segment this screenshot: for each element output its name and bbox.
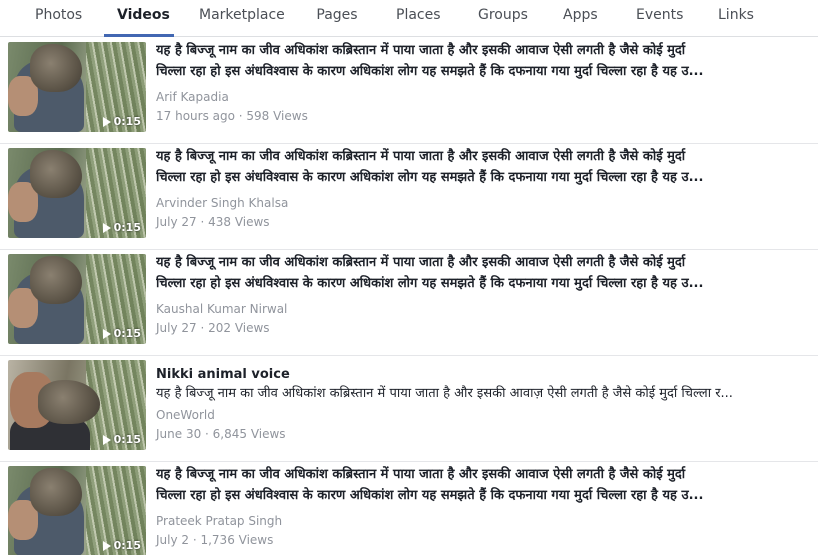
- play-icon: [102, 434, 111, 445]
- tab-photos[interactable]: Photos: [35, 7, 82, 37]
- video-result-row[interactable]: 0:15 Nikki animal voice यह है बिज्जू नाम…: [0, 356, 818, 462]
- tab-marketplace[interactable]: Marketplace: [199, 7, 285, 37]
- play-icon: [102, 116, 111, 127]
- tab-videos[interactable]: Videos: [104, 7, 174, 37]
- video-title-line2[interactable]: चिल्ला रहा हो इस अंधविश्वास के कारण अधिक…: [156, 485, 806, 506]
- video-title-line1[interactable]: यह है बिज्जू नाम का जीव अधिकांश कब्रिस्त…: [156, 40, 806, 61]
- video-result-row[interactable]: 0:15 यह है बिज्जू नाम का जीव अधिकांश कब्…: [0, 250, 818, 356]
- video-meta: July 2 · 1,736 Views: [156, 533, 274, 547]
- search-filter-tabs: Photos Videos Marketplace Pages Places G…: [0, 0, 818, 37]
- thumbnail-animal: [30, 150, 82, 198]
- tab-apps[interactable]: Apps: [563, 7, 598, 37]
- tab-places[interactable]: Places: [396, 7, 441, 37]
- thumbnail-animal: [30, 256, 82, 304]
- video-source[interactable]: Arvinder Singh Khalsa: [156, 196, 288, 210]
- video-title-line1[interactable]: यह है बिज्जू नाम का जीव अधिकांश कब्रिस्त…: [156, 252, 806, 273]
- play-icon: [102, 328, 111, 339]
- video-duration-badge: 0:15: [102, 433, 141, 446]
- video-duration-badge: 0:15: [102, 115, 141, 128]
- video-duration: 0:15: [113, 327, 141, 340]
- video-duration-badge: 0:15: [102, 221, 141, 234]
- play-icon: [102, 222, 111, 233]
- tab-events[interactable]: Events: [636, 7, 683, 37]
- video-snippet: यह है बिज्जू नाम का जीव अधिकांश कब्रिस्त…: [156, 386, 733, 401]
- video-title-line2[interactable]: चिल्ला रहा हो इस अंधविश्वास के कारण अधिक…: [156, 273, 806, 294]
- video-duration: 0:15: [113, 539, 141, 552]
- video-duration: 0:15: [113, 433, 141, 446]
- video-title[interactable]: Nikki animal voice: [156, 364, 806, 385]
- video-meta: June 30 · 6,845 Views: [156, 427, 286, 441]
- video-thumbnail[interactable]: 0:15: [8, 254, 146, 344]
- video-title-line2[interactable]: चिल्ला रहा हो इस अंधविश्वास के कारण अधिक…: [156, 167, 806, 188]
- tab-links[interactable]: Links: [718, 7, 754, 37]
- thumbnail-animal: [30, 468, 82, 516]
- video-title-line2[interactable]: चिल्ला रहा हो इस अंधविश्वास के कारण अधिक…: [156, 61, 806, 82]
- video-meta: July 27 · 438 Views: [156, 215, 270, 229]
- video-duration: 0:15: [113, 221, 141, 234]
- video-thumbnail[interactable]: 0:15: [8, 42, 146, 132]
- video-source[interactable]: Arif Kapadia: [156, 90, 229, 104]
- tab-groups[interactable]: Groups: [478, 7, 528, 37]
- video-source[interactable]: OneWorld: [156, 408, 215, 422]
- video-result-row[interactable]: 0:15 यह है बिज्जू नाम का जीव अधिकांश कब्…: [0, 144, 818, 250]
- video-meta: July 27 · 202 Views: [156, 321, 270, 335]
- thumbnail-animal: [38, 380, 100, 424]
- thumbnail-animal: [30, 44, 82, 92]
- video-meta: 17 hours ago · 598 Views: [156, 109, 308, 123]
- video-thumbnail[interactable]: 0:15: [8, 466, 146, 555]
- video-duration-badge: 0:15: [102, 327, 141, 340]
- tab-pages[interactable]: Pages: [316, 7, 358, 37]
- video-thumbnail[interactable]: 0:15: [8, 360, 146, 450]
- video-duration: 0:15: [113, 115, 141, 128]
- play-icon: [102, 540, 111, 551]
- video-result-row[interactable]: 0:15 यह है बिज्जू नाम का जीव अधिकांश कब्…: [0, 462, 818, 555]
- video-title-line1[interactable]: यह है बिज्जू नाम का जीव अधिकांश कब्रिस्त…: [156, 464, 806, 485]
- video-thumbnail[interactable]: 0:15: [8, 148, 146, 238]
- video-source[interactable]: Prateek Pratap Singh: [156, 514, 282, 528]
- video-source[interactable]: Kaushal Kumar Nirwal: [156, 302, 287, 316]
- video-title-line1[interactable]: यह है बिज्जू नाम का जीव अधिकांश कब्रिस्त…: [156, 146, 806, 167]
- video-duration-badge: 0:15: [102, 539, 141, 552]
- video-result-row[interactable]: 0:15 यह है बिज्जू नाम का जीव अधिकांश कब्…: [0, 38, 818, 144]
